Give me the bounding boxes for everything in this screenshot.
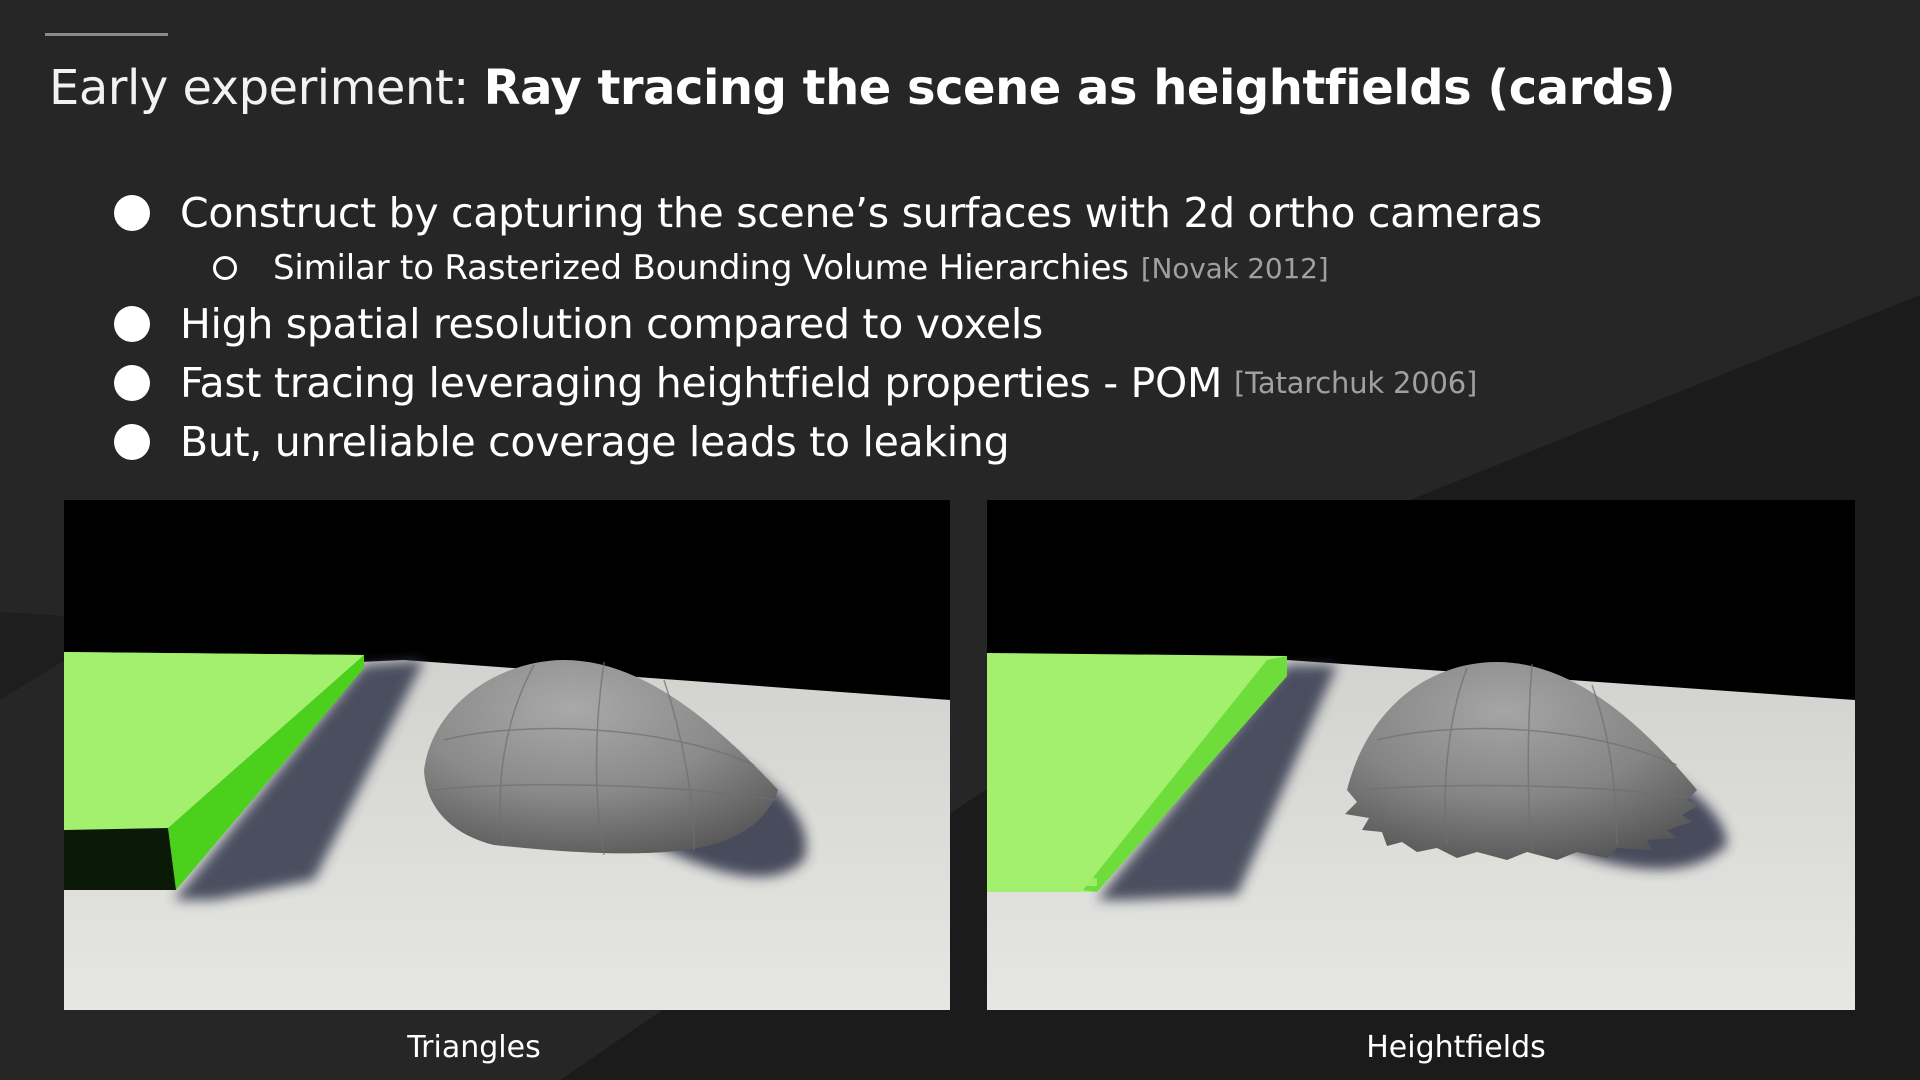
bullet-text: Fast tracing leveraging heightfield prop… xyxy=(180,359,1223,407)
citation: [Tatarchuk 2006] xyxy=(1234,366,1478,400)
bullet-item: Fast tracing leveraging heightfield prop… xyxy=(114,355,1477,411)
heightfields-render-scene xyxy=(987,500,1855,1010)
bullet-text: Construct by capturing the scene’s surfa… xyxy=(180,189,1542,237)
bullet-item: But, unreliable coverage leads to leakin… xyxy=(114,414,1010,470)
bullet-item: Construct by capturing the scene’s surfa… xyxy=(114,185,1542,241)
title-emphasis: Ray tracing the scene as heightfields (c… xyxy=(483,60,1676,116)
figure-caption-triangles: Triangles xyxy=(407,1030,541,1065)
bullet-text: High spatial resolution compared to voxe… xyxy=(180,300,1043,348)
subbullet-item: Similar to Rasterized Bounding Volume Hi… xyxy=(213,243,1329,293)
bullet-dot-icon xyxy=(114,195,150,231)
bullet-dot-icon xyxy=(114,365,150,401)
bullet-dot-icon xyxy=(114,306,150,342)
triangles-render-scene xyxy=(64,500,950,1010)
slide-title: Early experiment: Ray tracing the scene … xyxy=(49,56,1676,120)
bullet-dot-icon xyxy=(114,424,150,460)
subbullet-text: Similar to Rasterized Bounding Volume Hi… xyxy=(273,248,1129,288)
render-image-triangles xyxy=(64,500,950,1010)
figure-caption-heightfields: Heightfields xyxy=(1366,1030,1546,1065)
citation: [Novak 2012] xyxy=(1140,251,1329,285)
render-image-heightfields xyxy=(987,500,1855,1010)
title-accent-line xyxy=(45,33,168,36)
bullet-item: High spatial resolution compared to voxe… xyxy=(114,296,1043,352)
title-prefix: Early experiment: xyxy=(49,60,484,116)
slide: Early experiment: Ray tracing the scene … xyxy=(0,0,1920,1080)
hollow-circle-icon xyxy=(213,256,237,280)
bullet-text: But, unreliable coverage leads to leakin… xyxy=(180,418,1010,466)
